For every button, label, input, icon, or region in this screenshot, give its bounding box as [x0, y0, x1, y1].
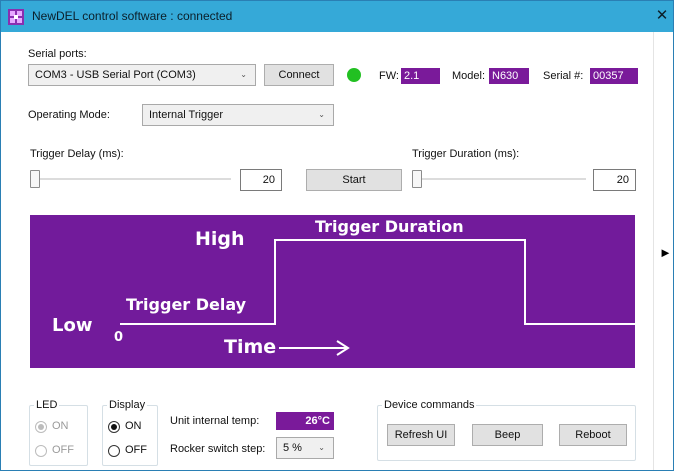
connect-button[interactable]: Connect: [264, 64, 334, 86]
close-icon[interactable]: ✕: [651, 4, 673, 28]
led-group-title: LED: [34, 399, 60, 411]
trigger-delay-slider-thumb[interactable]: [30, 170, 40, 188]
connection-status-indicator: [347, 68, 361, 82]
display-on-radio[interactable]: [108, 421, 120, 433]
timing-waveform: [120, 239, 635, 356]
model-label: Model:: [452, 70, 486, 82]
trigger-delay-diagram-label: Trigger Delay: [126, 295, 247, 314]
rocker-step-value: 5 %: [283, 442, 302, 454]
display-on-label: ON: [125, 420, 142, 432]
timing-diagram: High Trigger Duration Trigger Delay Low …: [30, 215, 635, 368]
serial-port-select[interactable]: COM3 - USB Serial Port (COM3) ⌄: [28, 64, 256, 86]
trigger-duration-slider-thumb[interactable]: [412, 170, 422, 188]
unit-temp-value: 26°C: [276, 412, 334, 430]
app-icon: [8, 9, 24, 25]
fw-value: 2.1: [401, 68, 440, 84]
display-off-radio[interactable]: [108, 445, 120, 457]
serial-ports-label: Serial ports:: [28, 48, 87, 60]
zero-label: 0: [114, 330, 124, 345]
display-group-title: Display: [107, 399, 148, 411]
beep-button[interactable]: Beep: [472, 424, 543, 446]
display-off-label: OFF: [125, 444, 147, 456]
led-off-radio[interactable]: [35, 445, 47, 457]
chevron-down-icon: ⌄: [318, 443, 325, 452]
led-off-label: OFF: [52, 444, 74, 456]
time-label: Time: [224, 336, 277, 358]
trigger-duration-input[interactable]: 20: [593, 169, 636, 191]
low-label: Low: [52, 315, 93, 336]
chevron-down-icon: ⌄: [318, 110, 325, 119]
chevron-down-icon: ⌄: [240, 70, 247, 79]
trigger-delay-slider-track[interactable]: [32, 178, 231, 180]
led-on-radio[interactable]: [35, 421, 47, 433]
operating-mode-value: Internal Trigger: [149, 109, 223, 121]
refresh-ui-button[interactable]: Refresh UI: [387, 424, 455, 446]
trigger-delay-label: Trigger Delay (ms):: [30, 148, 124, 160]
fw-label: FW:: [379, 70, 399, 82]
display-group: [102, 405, 158, 466]
serial-number-value: 00357: [590, 68, 638, 84]
operating-mode-label: Operating Mode:: [28, 109, 110, 121]
serial-port-value: COM3 - USB Serial Port (COM3): [35, 69, 196, 81]
trigger-duration-slider-track[interactable]: [414, 178, 586, 180]
serial-number-label: Serial #:: [543, 70, 584, 82]
trigger-duration-diagram-label: Trigger Duration: [315, 217, 464, 236]
high-label: High: [195, 228, 245, 250]
led-on-label: ON: [52, 420, 69, 432]
rocker-step-select[interactable]: 5 % ⌄: [276, 437, 334, 459]
window-title: NewDEL control software : connected: [32, 9, 233, 23]
title-bar: NewDEL control software : connected ✕: [0, 0, 674, 32]
reboot-button[interactable]: Reboot: [559, 424, 627, 446]
device-commands-title: Device commands: [382, 399, 477, 411]
trigger-delay-input[interactable]: 20: [240, 169, 282, 191]
rocker-step-label: Rocker switch step:: [170, 443, 266, 455]
start-button[interactable]: Start: [306, 169, 402, 191]
expand-arrow-icon[interactable]: ►: [659, 246, 672, 260]
trigger-duration-label: Trigger Duration (ms):: [412, 148, 520, 160]
unit-temp-label: Unit internal temp:: [170, 415, 260, 427]
model-value: N630: [489, 68, 529, 84]
led-group: [29, 405, 88, 466]
operating-mode-select[interactable]: Internal Trigger ⌄: [142, 104, 334, 126]
